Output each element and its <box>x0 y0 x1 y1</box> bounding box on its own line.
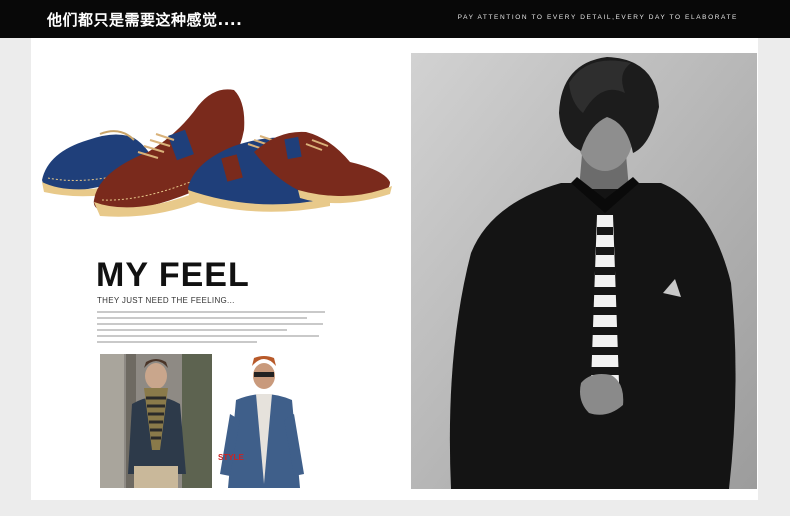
top-banner: 他们都只是需要这种感觉.... PAY ATTENTION TO EVERY D… <box>0 0 790 38</box>
shoe-product-image <box>38 82 398 222</box>
subheadline: THEY JUST NEED THE FEELING... <box>97 296 235 305</box>
banner-title: 他们都只是需要这种感觉.... <box>47 11 243 29</box>
headline: MY FEEL <box>96 256 250 294</box>
fine-print-paragraph <box>97 311 325 347</box>
inset-photo-denim-model: STYLE <box>214 354 310 488</box>
banner-tagline: PAY ATTENTION TO EVERY DETAIL,EVERY DAY … <box>457 14 738 21</box>
main-photo-suit-model <box>411 53 757 489</box>
inset-caption: STYLE <box>218 453 244 462</box>
inset-photo-scarf-model <box>100 354 212 488</box>
